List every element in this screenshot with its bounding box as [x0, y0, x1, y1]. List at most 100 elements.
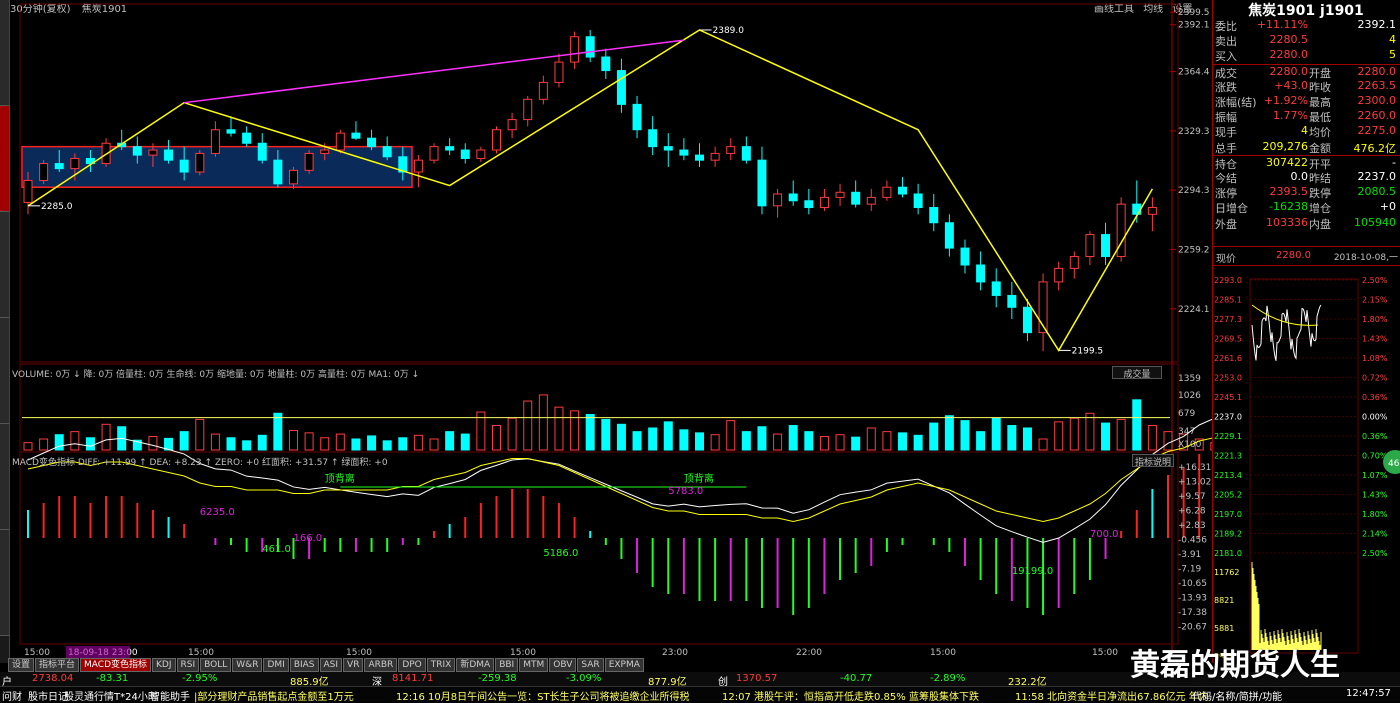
quote-value-2: 2260.0	[1357, 109, 1397, 123]
y-tick-label: 2294.3	[1178, 186, 1210, 196]
quote-value-2: 2080.5	[1357, 185, 1397, 199]
candle-body	[195, 152, 205, 173]
candle-body	[710, 152, 720, 161]
kline-chart[interactable]: 2399.5 2392.1 2364.4 2329.3 2294.3 2259.2 2224…	[10, 0, 1212, 658]
left-tab-2[interactable]	[0, 212, 9, 318]
x-tick-label: 15:00	[24, 648, 50, 658]
left-tab-3[interactable]	[0, 318, 9, 424]
indicator-tab[interactable]: DPO	[398, 658, 426, 672]
quote-value: 1.77%	[1273, 109, 1308, 123]
candle-body	[679, 149, 689, 156]
indicator-tab[interactable]: 新DMA	[456, 658, 495, 672]
mini-left-tick: 2205.2	[1214, 491, 1242, 500]
volume-tick-label: 1359	[1178, 374, 1201, 384]
macd-annotation: 461.0	[262, 544, 291, 555]
volume-bar	[429, 438, 439, 451]
mini-chart-border	[1249, 278, 1359, 654]
indicator-tab[interactable]: OBV	[549, 658, 577, 672]
volume-bar	[304, 432, 314, 451]
volume-bar	[882, 431, 892, 451]
candle-body	[695, 154, 705, 161]
indicator-tab[interactable]: 设置	[8, 658, 35, 672]
intraday-mini-chart[interactable]: 2293.0 2285.1 2277.3 2269.5 2261.6 2253.0 2245…	[1212, 265, 1400, 658]
quote-label-2: 最高	[1309, 96, 1331, 109]
mini-price-line	[1251, 304, 1322, 361]
candle-body	[944, 222, 954, 249]
volume-bar	[1116, 418, 1126, 451]
x-tick-label: 15:00	[346, 648, 372, 658]
volume-bar	[944, 415, 954, 451]
macd-annotation: 顶背离	[684, 472, 714, 485]
candle-body	[788, 193, 798, 202]
volume-bar	[710, 434, 720, 451]
indicator-tab[interactable]: 指标平台	[35, 658, 80, 672]
quote-label: 日增仓	[1215, 202, 1248, 216]
quote-value-2: 476.2亿	[1353, 141, 1397, 155]
left-tab-5[interactable]	[0, 530, 9, 636]
candle-body	[913, 193, 923, 209]
indicator-tab[interactable]: TRIX	[426, 658, 456, 672]
volume-tick-label: 679	[1178, 409, 1195, 419]
indicator-tab[interactable]: BOLL	[200, 658, 232, 672]
left-tab-0[interactable]	[0, 0, 9, 106]
volume-bar	[288, 429, 298, 451]
quote-value: 307422	[1266, 155, 1308, 169]
indicator-tab[interactable]: W&R	[232, 658, 263, 672]
volume-tick-label: 347	[1178, 427, 1195, 437]
volume-bar	[39, 438, 49, 451]
y-tick-label: 2224.1	[1178, 305, 1210, 315]
index-value: -83.31	[96, 673, 129, 684]
mini-right-tick: 0.36%	[1362, 432, 1388, 441]
candle-body	[616, 70, 626, 105]
candle-body	[585, 36, 595, 58]
candle-body	[132, 146, 142, 156]
indicator-tab[interactable]: ASI	[319, 658, 343, 672]
quote-label: 现手	[1215, 126, 1237, 140]
candle-body	[1022, 306, 1032, 334]
mini-right-tick: 1.43%	[1362, 491, 1388, 500]
indicator-tab[interactable]: MTM	[519, 658, 549, 672]
indicator-tab[interactable]: EXPMA	[604, 658, 644, 672]
candle-body	[929, 207, 939, 224]
macd-tick-label: +2.83	[1178, 521, 1206, 531]
candle-body	[273, 159, 283, 185]
quote-row: 买入 2280.0 5	[1212, 48, 1400, 63]
mini-left-tick: 2237.0	[1214, 413, 1242, 422]
indicator-tab[interactable]: ARBR	[364, 658, 398, 672]
left-tab-4[interactable]	[0, 424, 9, 530]
candle-body	[523, 98, 533, 121]
candle-body	[632, 103, 642, 131]
mini-right-tick: 1.08%	[1362, 354, 1388, 363]
indicator-tab[interactable]: BBI	[495, 658, 519, 672]
volume-bar	[398, 437, 408, 451]
quote-value-2: 2280.0	[1357, 64, 1397, 78]
macd-tick-label: -20.67	[1178, 623, 1207, 633]
volume-bar	[1147, 425, 1157, 451]
indicator-tab[interactable]: MACD变色指标	[80, 658, 152, 672]
indicator-tab[interactable]: SAR	[577, 658, 604, 672]
quote-value: 2280.0	[1269, 48, 1309, 62]
quote-label-2: 最低	[1309, 111, 1331, 125]
volume-bar	[741, 431, 751, 451]
candle-body	[179, 159, 189, 173]
indicator-tab[interactable]: KDJ	[152, 658, 176, 672]
candle-body	[1101, 234, 1111, 258]
volume-bar	[320, 437, 330, 451]
mini-left-tick: 2285.1	[1214, 296, 1242, 305]
volume-dropdown[interactable]: 成交量	[1112, 366, 1162, 380]
indicator-tab[interactable]: DMI	[263, 658, 289, 672]
volume-bar	[210, 433, 220, 451]
quote-label-2: 昨收	[1309, 80, 1331, 94]
mini-badge-text: 46	[1388, 459, 1400, 469]
left-tab-1[interactable]	[0, 106, 9, 212]
indicator-tab[interactable]: RSI	[176, 658, 200, 672]
volume-bar	[507, 417, 517, 451]
mini-left-tick: 8821	[1214, 596, 1234, 605]
volume-bar	[663, 421, 673, 451]
candle-body	[976, 264, 986, 283]
indicator-tab[interactable]: VR	[343, 658, 364, 672]
volume-bar	[1132, 399, 1142, 451]
indicator-help-button[interactable]: 指标说明	[1132, 454, 1174, 468]
volume-bar	[929, 422, 939, 451]
indicator-tab[interactable]: BIAS	[289, 658, 319, 672]
